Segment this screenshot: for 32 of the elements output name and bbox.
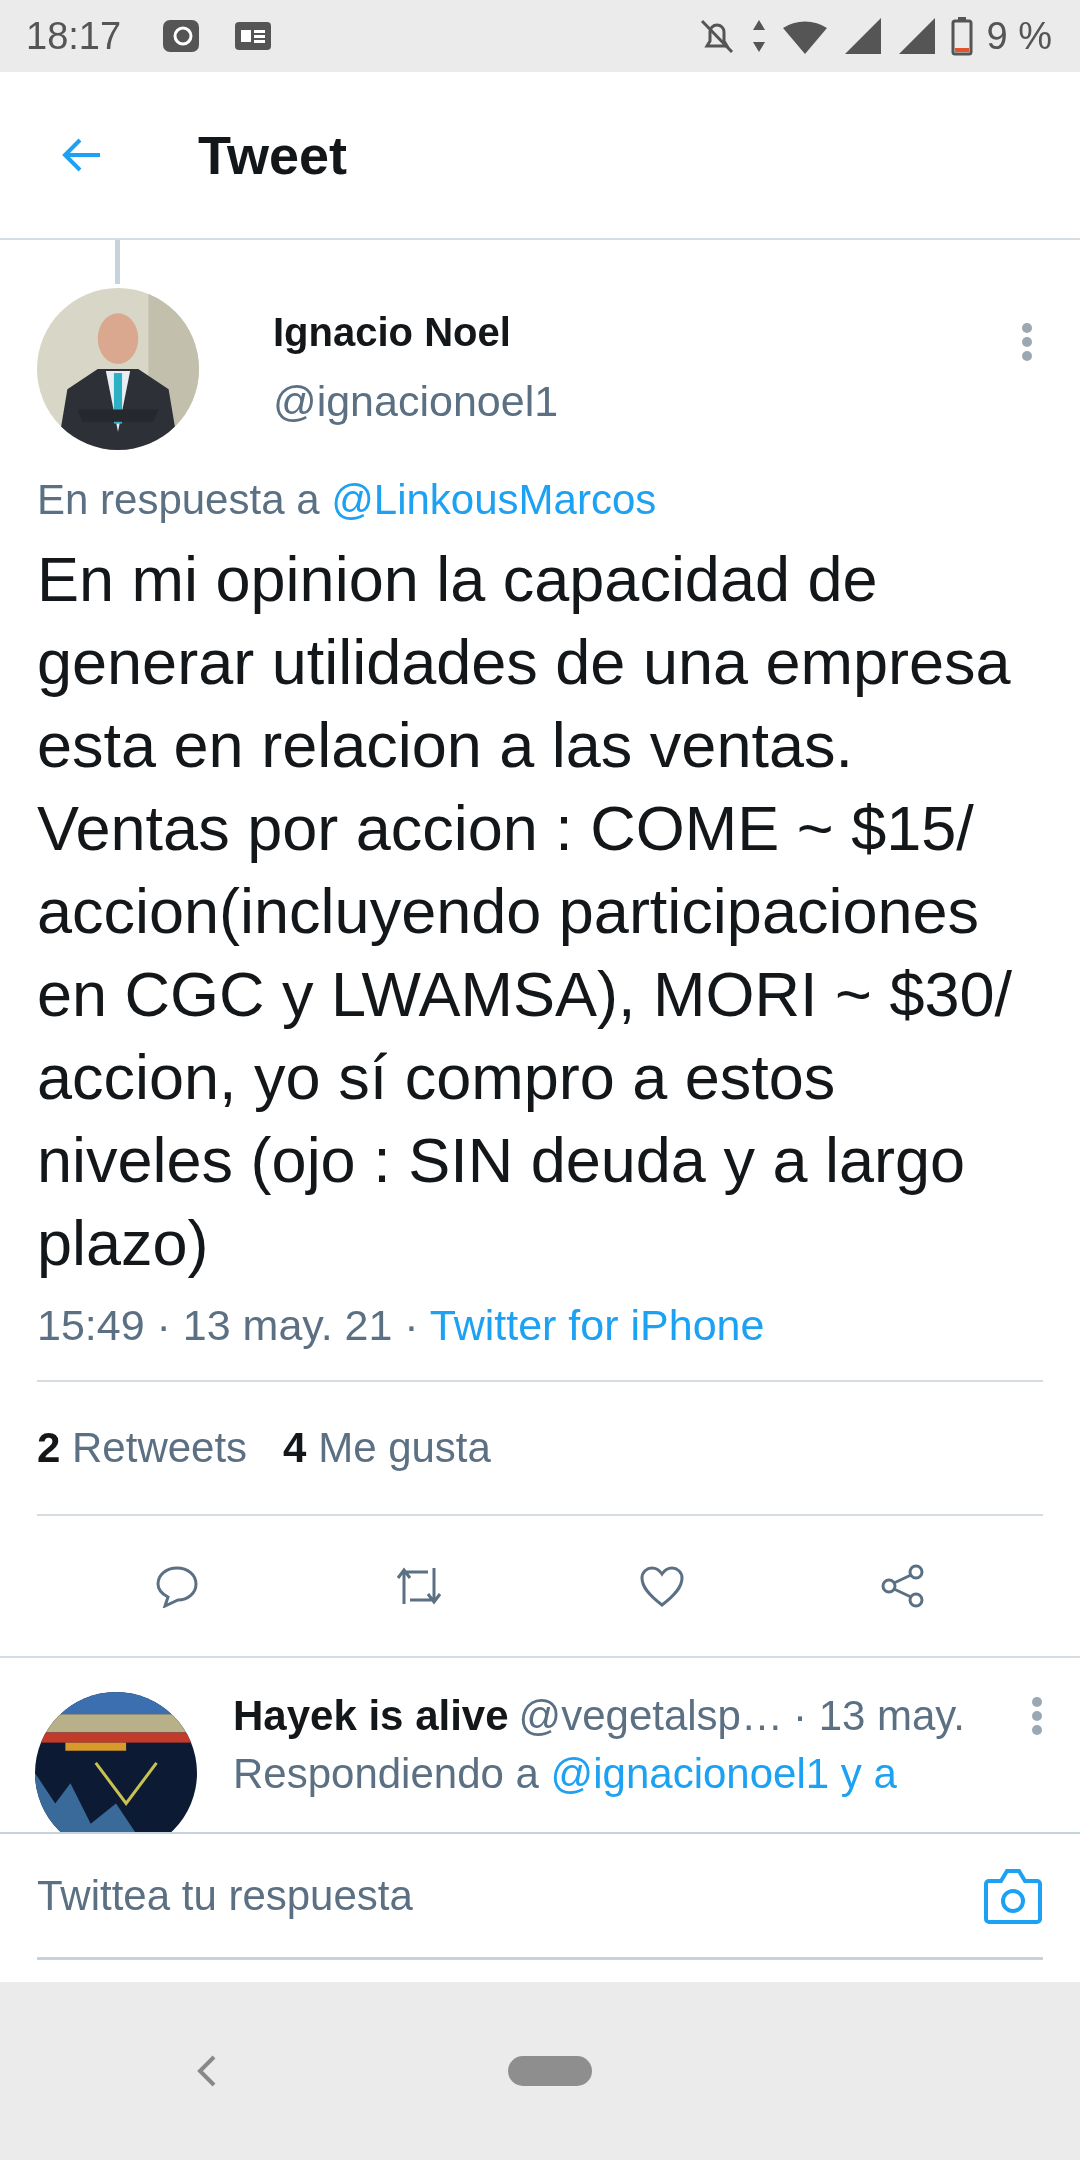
page-title: Tweet [198,124,348,186]
more-options-icon[interactable] [1021,322,1033,362]
mention-link[interactable]: @LinkousMarcos [331,476,657,523]
home-pill[interactable] [508,2056,592,2086]
more-options-icon[interactable] [1031,1696,1043,1736]
source-link[interactable]: Twitter for iPhone [429,1301,765,1349]
reply-input-field[interactable]: Twittea tu respuesta [37,1871,983,1920]
back-nav-icon[interactable] [196,2054,218,2088]
reply-prefix: En respuesta a [37,476,320,523]
status-time: 18:17 [26,14,122,58]
camera-icon[interactable] [983,1866,1043,1925]
reply-author-handle[interactable]: @vegetalsp… [518,1692,783,1740]
stat-count: 4 [283,1424,307,1471]
stat-count: 2 [37,1424,61,1471]
reply-prefix: Respondiendo a [233,1750,539,1797]
stat-label[interactable]: Me gusta [318,1424,491,1471]
data-arrows-icon [750,18,767,54]
author-handle[interactable]: @ignacionoel1 [273,377,559,426]
app-notification-icon [161,18,202,54]
stat-label[interactable]: Retweets [72,1424,248,1471]
back-arrow-icon[interactable] [62,137,102,173]
battery-icon [950,16,973,56]
battery-percent: 9 % [986,14,1052,58]
tweet-text: En mi opinion la capacidad de generar utilidades de una empresa esta en relacion a las ventas. Ventas por accion : COME ~ $15/ accion(incluyendo participaciones en CGC y LWAMSA), MORI ~ $30/ accion, yo sí compro a estos niveles (ojo : SIN deuda y a largo plazo) [37,543,1013,1280]
mention-link[interactable]: @ignacionoel1 y a [550,1750,897,1797]
share-icon[interactable] [879,1563,926,1609]
author-name[interactable]: Ignacio Noel [273,310,559,355]
tweet-timestamp: 15:49 · 13 may. 21 · [37,1301,419,1349]
reply-icon[interactable] [154,1564,199,1608]
heart-icon[interactable] [638,1565,685,1607]
reply-time: · 13 may. [793,1692,965,1740]
reply-author-name[interactable]: Hayek is alive [233,1692,509,1740]
